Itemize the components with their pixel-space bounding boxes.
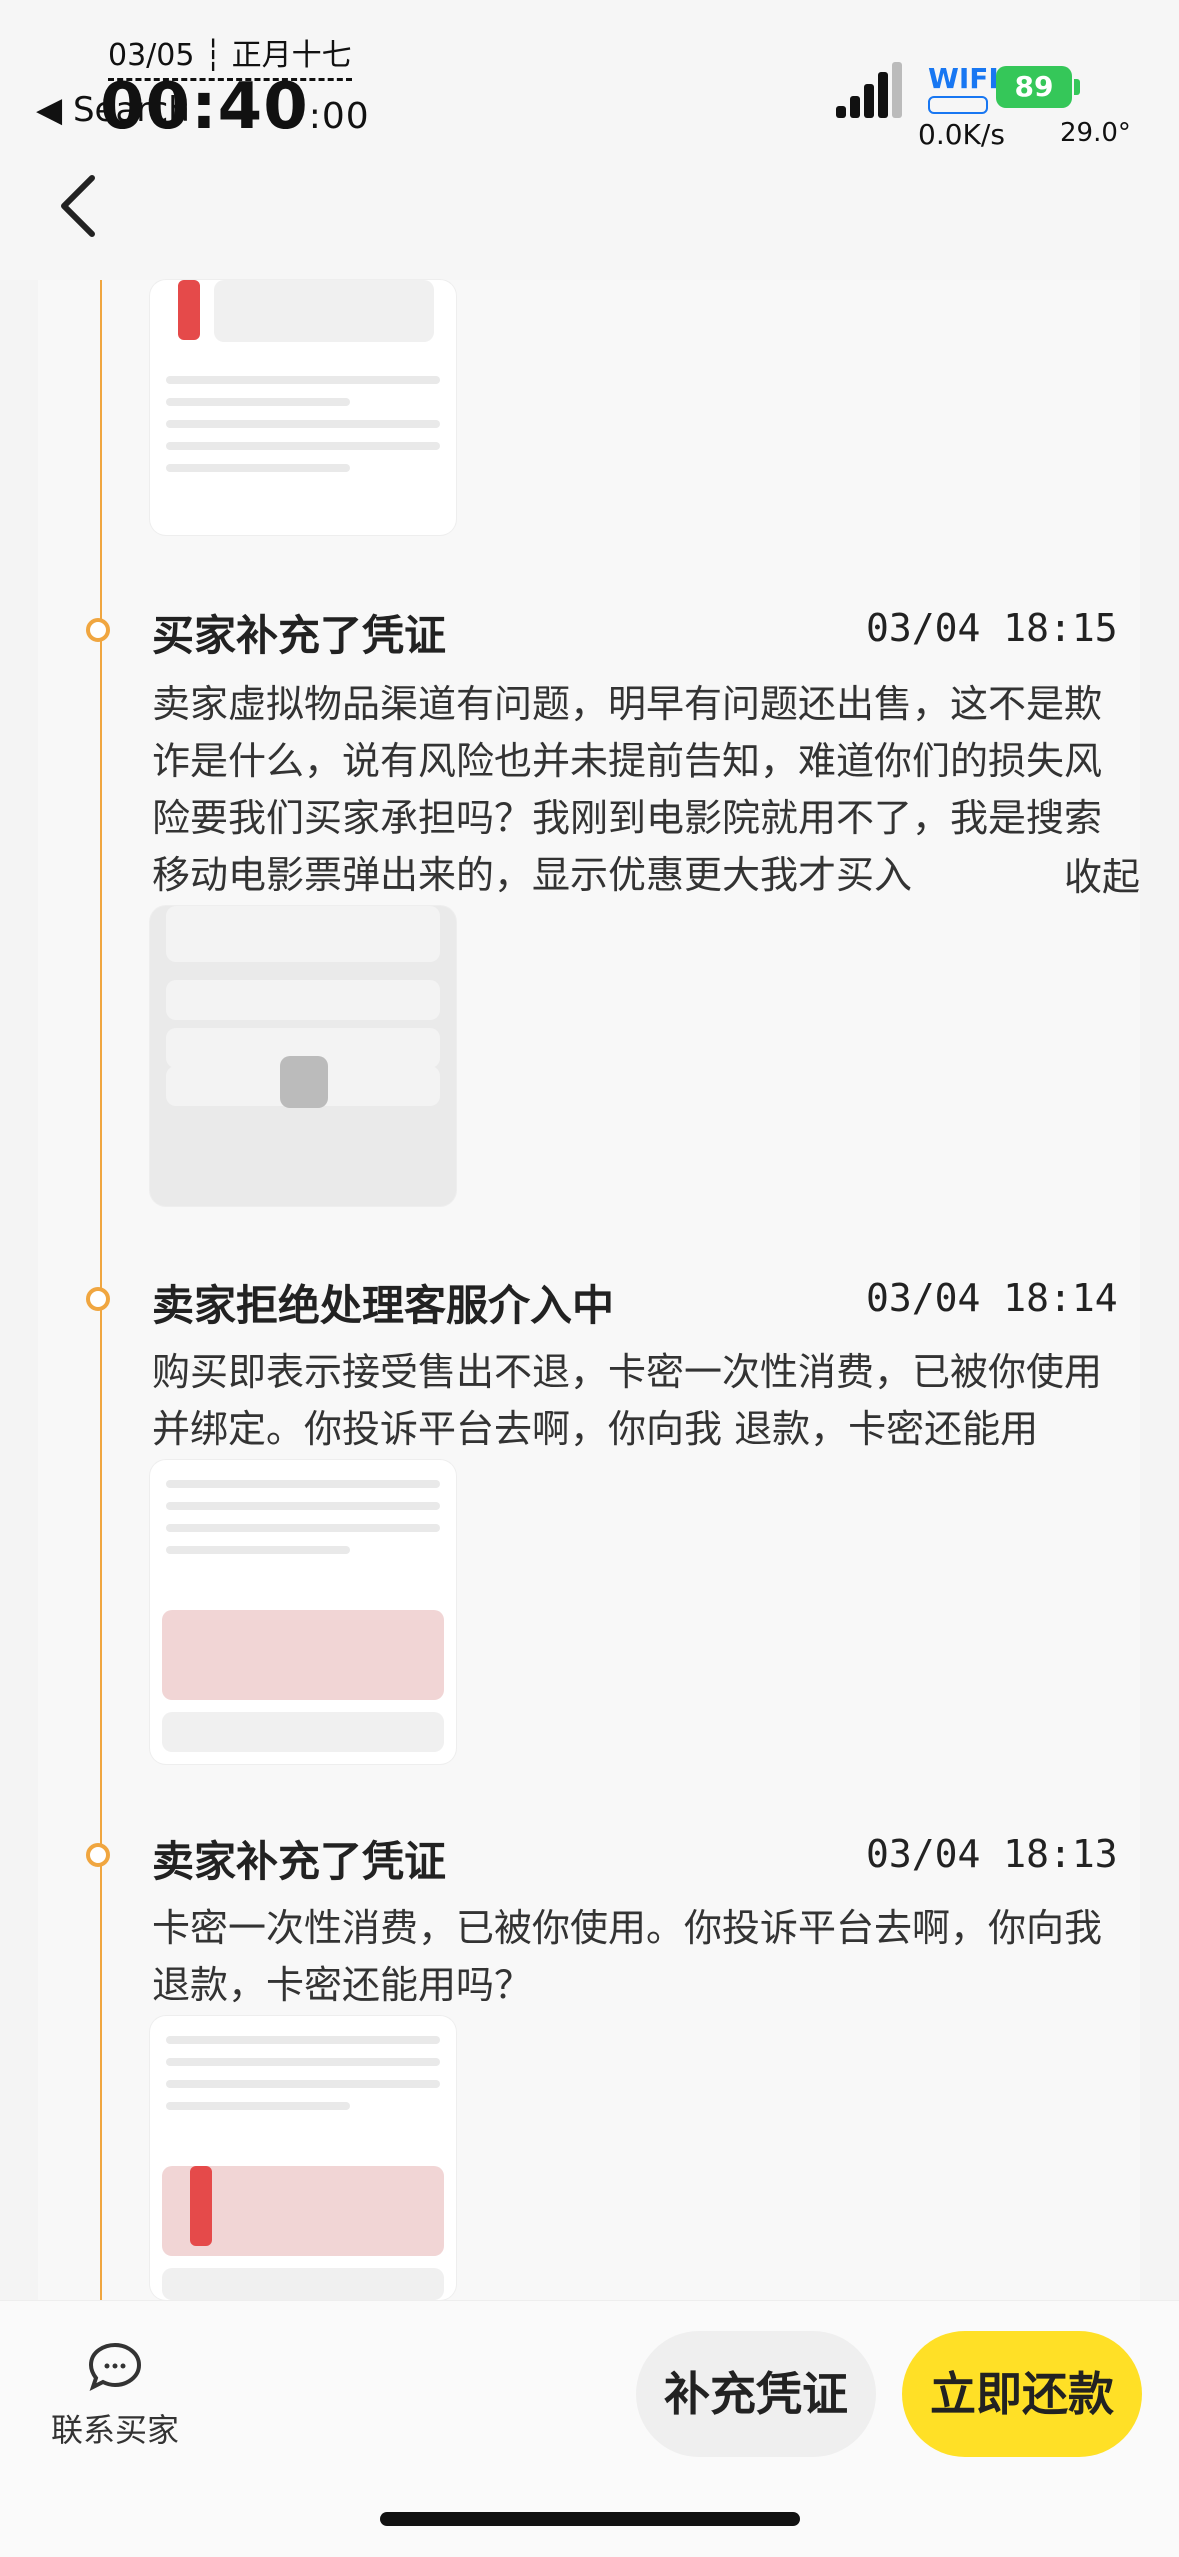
entry-time: 03/04 18:13 [866, 1832, 1118, 1876]
timeline-dot [86, 618, 110, 642]
entry-title: 买家补充了凭证 [152, 611, 447, 660]
net-speed: 0.0K/s [918, 118, 1005, 151]
home-indicator[interactable] [380, 2512, 800, 2526]
temperature: 29.0° [1060, 118, 1131, 148]
add-evidence-button[interactable]: 补充凭证 [636, 2331, 876, 2457]
contact-buyer-label: 联系买家 [50, 2411, 179, 2449]
chat-bubble-icon [88, 2342, 142, 2391]
cell-signal-icon [836, 62, 902, 118]
refund-now-button[interactable]: 立即还款 [902, 2331, 1142, 2457]
evidence-image[interactable] [150, 906, 456, 1206]
timeline-dot [86, 1287, 110, 1311]
entry-time: 03/04 18:14 [866, 1276, 1118, 1320]
evidence-image[interactable] [150, 1460, 456, 1764]
time-seconds: :00 [308, 96, 370, 137]
battery-indicator: 89 [996, 66, 1080, 108]
status-bar: 03/05 ┆ 正月十七 ◀ Search 00:40:00 WIFI 89 0… [0, 0, 1179, 280]
entry-time: 03/04 18:15 [866, 606, 1118, 650]
wifi-label: WIFI [928, 62, 999, 95]
entry-body: 卖家虚拟物品渠道有问题，明早有问题还出售，这不是欺诈是什么，说有风险也并未提前告… [152, 682, 1103, 897]
back-arrow-icon[interactable] [52, 170, 112, 240]
entry-title: 卖家补充了凭证 [152, 1837, 447, 1886]
evidence-image-top[interactable] [150, 280, 456, 535]
entry-body: 卡密一次性消费，已被你使用。你投诉平台去啊，你向我退款，卡密还能用吗？ [152, 1906, 1103, 2007]
entry-title: 卖家拒绝处理客服介入中 [152, 1281, 615, 1330]
time-main: 00:40 [100, 70, 309, 144]
collapse-link[interactable]: 收起 [1064, 846, 1140, 901]
wifi-icon [928, 96, 988, 114]
status-time: 00:40:00 [100, 70, 370, 144]
evidence-image[interactable] [150, 2016, 456, 2300]
timeline-dot [86, 1843, 110, 1867]
contact-buyer-button[interactable]: 联系买家 [40, 2341, 190, 2451]
